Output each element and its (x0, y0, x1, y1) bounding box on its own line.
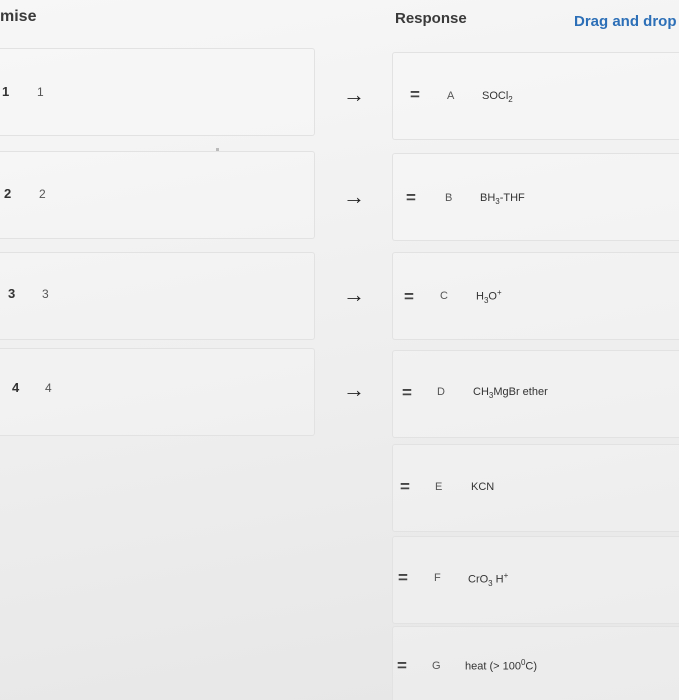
response-letter-b: B (445, 192, 453, 204)
drag-handle-icon[interactable]: = (400, 478, 410, 495)
drag-handle-icon[interactable]: = (397, 657, 407, 674)
premise-label-1: 1 (37, 85, 44, 99)
arrow-right-icon: → (343, 377, 365, 402)
arrow-right-icon: → (343, 82, 365, 107)
response-text-a: SOCl2 (482, 90, 513, 105)
arrow-right-icon: → (343, 282, 365, 307)
response-letter-g: G (432, 660, 441, 672)
premise-label-2: 2 (39, 187, 46, 201)
drag-handle-icon[interactable]: = (410, 86, 420, 103)
response-text-g: heat (> 1000C) (465, 658, 538, 673)
drag-and-drop-toggle[interactable]: Drag and drop (574, 13, 677, 30)
response-card-a[interactable] (392, 52, 679, 140)
drag-handle-icon[interactable]: = (406, 189, 416, 206)
response-text-c: H3O+ (476, 288, 502, 305)
response-card-c[interactable] (392, 252, 679, 340)
response-letter-e: E (435, 481, 443, 493)
response-letter-d: D (437, 386, 445, 398)
response-text-f: CrO3 H+ (468, 571, 509, 588)
premise-drop-zone-2[interactable] (0, 151, 315, 239)
premise-label-3: 3 (42, 287, 49, 301)
premise-number-4: 4 (12, 380, 20, 395)
drag-handle-icon[interactable]: = (398, 569, 408, 586)
arrow-right-icon: → (343, 184, 365, 209)
premise-number-3: 3 (8, 286, 16, 301)
response-text-e: KCN (471, 481, 495, 493)
response-text-b: BH3-THF (480, 192, 525, 207)
premise-number-2: 2 (4, 186, 12, 201)
response-column-header: Response (395, 10, 467, 27)
response-text-d: CH3MgBr ether (473, 386, 548, 401)
premise-label-4: 4 (45, 381, 52, 395)
drag-handle-icon[interactable]: = (404, 288, 414, 305)
response-letter-c: C (440, 290, 448, 302)
drag-handle-icon[interactable]: = (402, 384, 412, 401)
premise-column-header: mise (0, 8, 37, 25)
premise-drop-zone-1[interactable] (0, 48, 315, 136)
response-card-b[interactable] (392, 153, 679, 241)
premise-number-1: 1 (2, 84, 10, 99)
response-letter-f: F (434, 572, 441, 584)
response-letter-a: A (447, 90, 455, 102)
